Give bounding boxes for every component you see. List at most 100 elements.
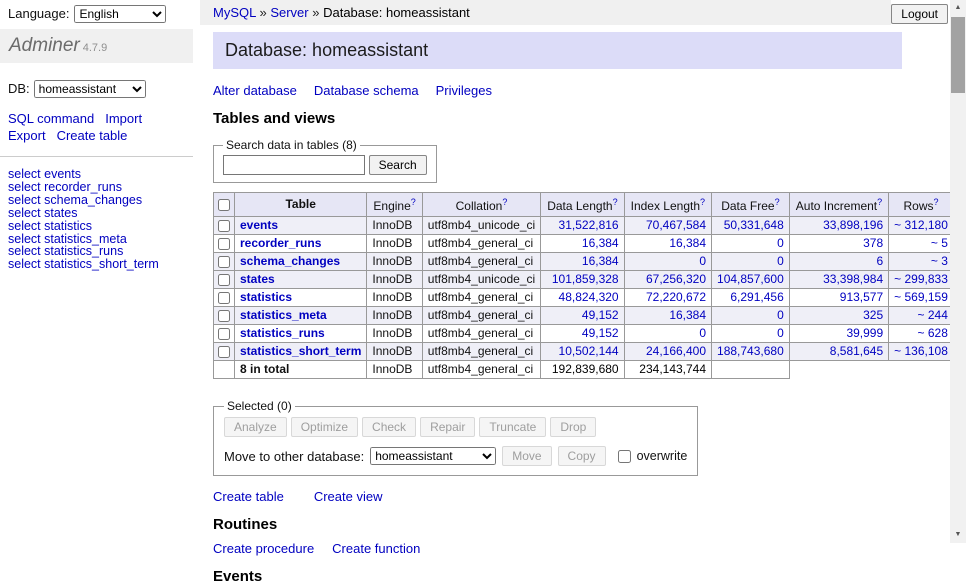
- row-checkbox[interactable]: [218, 238, 230, 250]
- data-length-link[interactable]: 49,152: [582, 326, 619, 340]
- data-free-link[interactable]: 6,291,456: [730, 290, 783, 304]
- rows-link[interactable]: ~ 312,180: [894, 218, 948, 232]
- data-free-link[interactable]: 0: [777, 254, 784, 268]
- analyze-button[interactable]: Analyze: [224, 417, 287, 437]
- scroll-thumb[interactable]: [951, 17, 965, 93]
- column-help-link[interactable]: ?: [502, 197, 507, 207]
- data-length-link[interactable]: 31,522,816: [559, 218, 619, 232]
- scroll-down-icon[interactable]: ▼: [950, 527, 966, 543]
- sidebar-select-statistics-runs[interactable]: select statistics_runs: [8, 244, 123, 258]
- index-length-link[interactable]: 70,467,584: [646, 218, 706, 232]
- table-name-link[interactable]: statistics_meta: [240, 308, 327, 322]
- data-length-link[interactable]: 10,502,144: [559, 344, 619, 358]
- index-length-link[interactable]: 67,256,320: [646, 272, 706, 286]
- index-length-link[interactable]: 0: [699, 326, 706, 340]
- rows-link[interactable]: ~ 299,833: [894, 272, 948, 286]
- rows-link[interactable]: ~ 3: [931, 254, 948, 268]
- language-select[interactable]: English: [74, 5, 166, 23]
- data-free-link[interactable]: 0: [777, 236, 784, 250]
- column-help-link[interactable]: ?: [411, 197, 416, 207]
- select-all-checkbox[interactable]: [218, 199, 230, 211]
- truncate-button[interactable]: Truncate: [479, 417, 546, 437]
- data-free-link[interactable]: 104,857,600: [717, 272, 784, 286]
- table-name-link[interactable]: statistics_runs: [240, 326, 325, 340]
- column-help-link[interactable]: ?: [775, 197, 780, 207]
- column-help-link[interactable]: ?: [613, 197, 618, 207]
- check-button[interactable]: Check: [362, 417, 416, 437]
- data-length-link[interactable]: 49,152: [582, 308, 619, 322]
- auto-increment-link[interactable]: 378: [863, 236, 883, 250]
- rows-link[interactable]: ~ 244: [918, 308, 948, 322]
- auto-increment-link[interactable]: 33,898,196: [823, 218, 883, 232]
- data-free-link[interactable]: 50,331,648: [724, 218, 784, 232]
- link-privileges[interactable]: Privileges: [436, 83, 492, 98]
- auto-increment-link[interactable]: 913,577: [840, 290, 883, 304]
- search-input[interactable]: [223, 155, 365, 175]
- link-create-view[interactable]: Create view: [314, 489, 383, 504]
- auto-increment-link[interactable]: 325: [863, 308, 883, 322]
- data-length-link[interactable]: 101,859,328: [552, 272, 619, 286]
- rows-link[interactable]: ~ 5: [931, 236, 948, 250]
- row-checkbox[interactable]: [218, 310, 230, 322]
- link-alter-database[interactable]: Alter database: [213, 83, 297, 98]
- breadcrumb-link-server[interactable]: Server: [270, 5, 308, 20]
- sidebar-select-schema-changes[interactable]: select schema_changes: [8, 193, 142, 207]
- link-create-function[interactable]: Create function: [332, 541, 420, 556]
- index-length-link[interactable]: 24,166,400: [646, 344, 706, 358]
- scroll-up-icon[interactable]: ▲: [950, 0, 966, 16]
- breadcrumb-link-mysql[interactable]: MySQL: [213, 5, 256, 20]
- auto-increment-link[interactable]: 39,999: [846, 326, 883, 340]
- move-db-select[interactable]: homeassistant: [370, 447, 496, 465]
- sidebar-select-events[interactable]: select events: [8, 167, 81, 181]
- data-free-link[interactable]: 0: [777, 326, 784, 340]
- sidebar-select-states[interactable]: select states: [8, 206, 77, 220]
- sidebar-action-import[interactable]: Import: [105, 111, 142, 126]
- search-button[interactable]: Search: [369, 155, 427, 175]
- sidebar-select-statistics-meta[interactable]: select statistics_meta: [8, 232, 127, 246]
- data-length-link[interactable]: 16,384: [582, 236, 619, 250]
- row-checkbox[interactable]: [218, 328, 230, 340]
- table-name-link[interactable]: events: [240, 218, 278, 232]
- row-checkbox[interactable]: [218, 274, 230, 286]
- table-name-link[interactable]: schema_changes: [240, 254, 340, 268]
- optimize-button[interactable]: Optimize: [291, 417, 358, 437]
- column-help-link[interactable]: ?: [934, 197, 939, 207]
- index-length-link[interactable]: 72,220,672: [646, 290, 706, 304]
- data-length-link[interactable]: 16,384: [582, 254, 619, 268]
- auto-increment-link[interactable]: 33,398,984: [823, 272, 883, 286]
- rows-link[interactable]: ~ 136,108: [894, 344, 948, 358]
- column-help-link[interactable]: ?: [700, 197, 705, 207]
- drop-button[interactable]: Drop: [550, 417, 596, 437]
- row-checkbox[interactable]: [218, 292, 230, 304]
- link-create-table[interactable]: Create table: [213, 489, 284, 504]
- auto-increment-link[interactable]: 8,581,645: [830, 344, 883, 358]
- data-free-link[interactable]: 188,743,680: [717, 344, 784, 358]
- index-length-link[interactable]: 16,384: [669, 308, 706, 322]
- row-checkbox[interactable]: [218, 346, 230, 358]
- auto-increment-link[interactable]: 6: [876, 254, 883, 268]
- rows-link[interactable]: ~ 569,159: [894, 290, 948, 304]
- data-length-link[interactable]: 48,824,320: [559, 290, 619, 304]
- table-name-link[interactable]: recorder_runs: [240, 236, 321, 250]
- index-length-link[interactable]: 0: [699, 254, 706, 268]
- logout-button[interactable]: Logout: [891, 4, 948, 24]
- link-database-schema[interactable]: Database schema: [314, 83, 419, 98]
- sidebar-select-statistics-short-term[interactable]: select statistics_short_term: [8, 257, 159, 271]
- row-checkbox[interactable]: [218, 256, 230, 268]
- index-length-link[interactable]: 16,384: [669, 236, 706, 250]
- link-create-procedure[interactable]: Create procedure: [213, 541, 314, 556]
- sidebar-select-statistics[interactable]: select statistics: [8, 219, 92, 233]
- sidebar-action-export[interactable]: Export: [8, 128, 46, 143]
- overwrite-checkbox[interactable]: [618, 450, 631, 463]
- sidebar-action-sql-command[interactable]: SQL command: [8, 111, 94, 126]
- repair-button[interactable]: Repair: [420, 417, 475, 437]
- sidebar-action-create-table[interactable]: Create table: [57, 128, 128, 143]
- scrollbar[interactable]: ▲ ▼: [950, 0, 966, 543]
- db-select[interactable]: homeassistant: [34, 80, 146, 98]
- table-name-link[interactable]: states: [240, 272, 275, 286]
- table-name-link[interactable]: statistics_short_term: [240, 344, 361, 358]
- column-help-link[interactable]: ?: [877, 197, 882, 207]
- table-name-link[interactable]: statistics: [240, 290, 292, 304]
- row-checkbox[interactable]: [218, 220, 230, 232]
- copy-button[interactable]: Copy: [558, 446, 606, 466]
